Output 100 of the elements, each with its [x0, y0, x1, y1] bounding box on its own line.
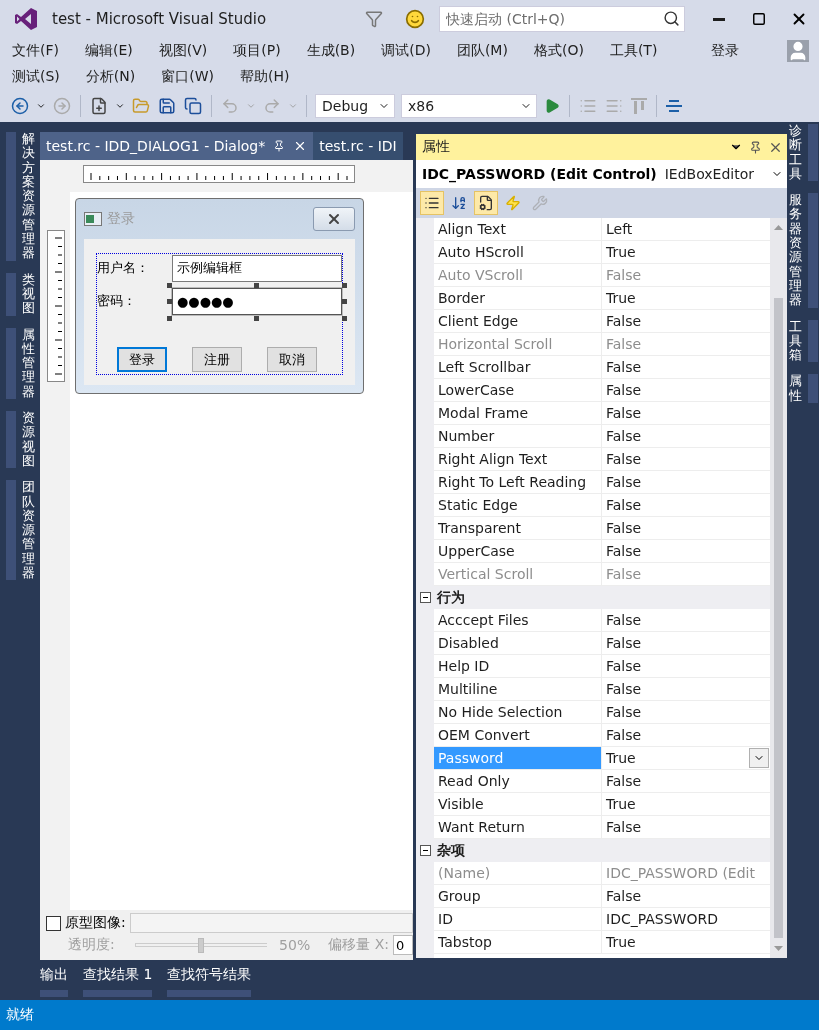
property-value[interactable]: True	[602, 931, 770, 953]
side-tab[interactable]: 属性	[788, 374, 818, 404]
property-value[interactable]: False	[602, 678, 770, 700]
menu-item[interactable]: 项目(P)	[233, 42, 281, 60]
property-value[interactable]: False	[602, 770, 770, 792]
menu-item[interactable]: 窗口(W)	[161, 68, 214, 86]
search-icon[interactable]	[663, 10, 680, 27]
configuration-dropdown[interactable]: Debug	[315, 94, 395, 118]
property-value[interactable]: False	[602, 609, 770, 631]
collapse-button[interactable]	[420, 845, 431, 856]
property-name[interactable]: Static Edge	[434, 494, 602, 516]
side-tab[interactable]: 团队资源管理器	[5, 480, 35, 581]
back-button[interactable]	[10, 96, 30, 116]
menu-item[interactable]: 格式(O)	[533, 42, 584, 60]
property-value[interactable]: False	[602, 885, 770, 907]
panel-tool-button[interactable]	[474, 191, 498, 215]
menu-item[interactable]: 工具(T)	[609, 42, 658, 60]
property-value[interactable]: False	[602, 724, 770, 746]
property-name[interactable]: Disabled	[434, 632, 602, 654]
quick-launch-field[interactable]: 快速启动 (Ctrl+Q)	[439, 6, 685, 32]
side-tab[interactable]: 服务器资源管理器	[788, 193, 818, 308]
menu-item[interactable]: 团队(M)	[456, 42, 508, 60]
property-value[interactable]: True	[602, 287, 770, 309]
property-name[interactable]: Auto HScroll	[434, 241, 602, 263]
dialog-button[interactable]: 注册	[192, 347, 242, 372]
bottom-tab[interactable]: 输出	[40, 966, 68, 1000]
property-name[interactable]: Border	[434, 287, 602, 309]
side-tab[interactable]: 解决方案资源管理器	[5, 132, 35, 261]
property-name[interactable]: LowerCase	[434, 379, 602, 401]
property-value[interactable]: False	[602, 379, 770, 401]
menu-item[interactable]: 分析(N)	[85, 68, 136, 86]
side-tab[interactable]: 属性管理器	[5, 327, 35, 400]
resize-handle[interactable]	[254, 315, 259, 321]
smiley-icon[interactable]	[405, 9, 425, 29]
dropdown-button[interactable]	[749, 748, 769, 768]
document-tab[interactable]: test.rc - IDD_DIALOG1 - Dialog*	[40, 132, 314, 160]
menu-item[interactable]: 调试(D)	[381, 42, 431, 60]
collapse-button[interactable]	[420, 592, 431, 603]
menu-item[interactable]: 帮助(H)	[240, 68, 290, 86]
property-value[interactable]: False	[602, 655, 770, 677]
bottom-tab[interactable]: 查找结果 1	[83, 966, 153, 1000]
checkbox[interactable]	[46, 915, 61, 931]
property-name[interactable]: Group	[434, 885, 602, 907]
property-value[interactable]: True	[602, 793, 770, 815]
property-value[interactable]: True	[602, 241, 770, 263]
menu-item[interactable]: 生成(B)	[306, 42, 356, 60]
property-name[interactable]: Align Text	[434, 218, 602, 240]
side-tab[interactable]: 资源视图	[5, 411, 35, 469]
resize-handle[interactable]	[167, 282, 172, 288]
property-name[interactable]: Visible	[434, 793, 602, 815]
property-name[interactable]: Multiline	[434, 678, 602, 700]
resize-handle[interactable]	[342, 315, 347, 321]
image-path-field[interactable]	[129, 913, 413, 933]
property-value[interactable]: False	[602, 540, 770, 562]
menu-item[interactable]: 测试(S)	[12, 68, 60, 86]
document-tab[interactable]: test.rc - IDI	[313, 132, 403, 160]
close-button[interactable]	[313, 207, 355, 231]
bottom-tab[interactable]: 查找符号结果	[167, 966, 252, 1000]
scrollbar[interactable]	[770, 218, 787, 958]
property-value[interactable]: False	[602, 517, 770, 539]
property-value[interactable]: False	[602, 632, 770, 654]
pin-icon[interactable]	[749, 140, 762, 154]
dialog-button[interactable]: 登录	[117, 347, 167, 372]
property-value[interactable]: False	[602, 356, 770, 378]
pin-icon[interactable]	[273, 140, 286, 152]
save-button[interactable]	[157, 96, 177, 116]
side-tab[interactable]: 类视图	[5, 272, 35, 316]
filter-icon[interactable]	[365, 10, 383, 28]
edit-field[interactable]: ●●●●●	[172, 287, 342, 315]
property-name[interactable]: Want Return	[434, 816, 602, 838]
center-button[interactable]	[665, 97, 683, 115]
property-value[interactable]: False	[602, 701, 770, 723]
new-project-button[interactable]	[89, 96, 109, 116]
offset-field[interactable]: 0	[393, 935, 413, 955]
property-value[interactable]: True	[602, 747, 748, 769]
side-tab[interactable]: 诊断工具	[788, 124, 818, 182]
menu-item[interactable]: 文件(F)	[12, 42, 59, 60]
property-name[interactable]: Client Edge	[434, 310, 602, 332]
slider-thumb[interactable]	[197, 937, 204, 953]
dialog-button[interactable]: 取消	[267, 347, 317, 372]
property-name[interactable]: Transparent	[434, 517, 602, 539]
property-value[interactable]: False	[602, 494, 770, 516]
property-name[interactable]: Right To Left Reading	[434, 471, 602, 493]
property-name[interactable]: UpperCase	[434, 540, 602, 562]
sign-in-link[interactable]: 登录	[711, 42, 739, 60]
property-name[interactable]: Modal Frame	[434, 402, 602, 424]
property-name[interactable]: Read Only	[434, 770, 602, 792]
panel-tool-button[interactable]	[420, 191, 444, 215]
property-value[interactable]: False	[602, 425, 770, 447]
menu-item[interactable]: 视图(V)	[158, 42, 208, 60]
platform-dropdown[interactable]: x86	[401, 94, 537, 118]
property-name[interactable]: Help ID	[434, 655, 602, 677]
property-value[interactable]: False	[602, 448, 770, 470]
property-name[interactable]: Right Align Text	[434, 448, 602, 470]
property-name[interactable]: ID	[434, 908, 602, 930]
property-name[interactable]: Number	[434, 425, 602, 447]
property-name[interactable]: Tabstop	[434, 931, 602, 953]
side-tab[interactable]: 工具箱	[788, 319, 818, 363]
resize-handle[interactable]	[167, 298, 172, 304]
property-name[interactable]: OEM Convert	[434, 724, 602, 746]
